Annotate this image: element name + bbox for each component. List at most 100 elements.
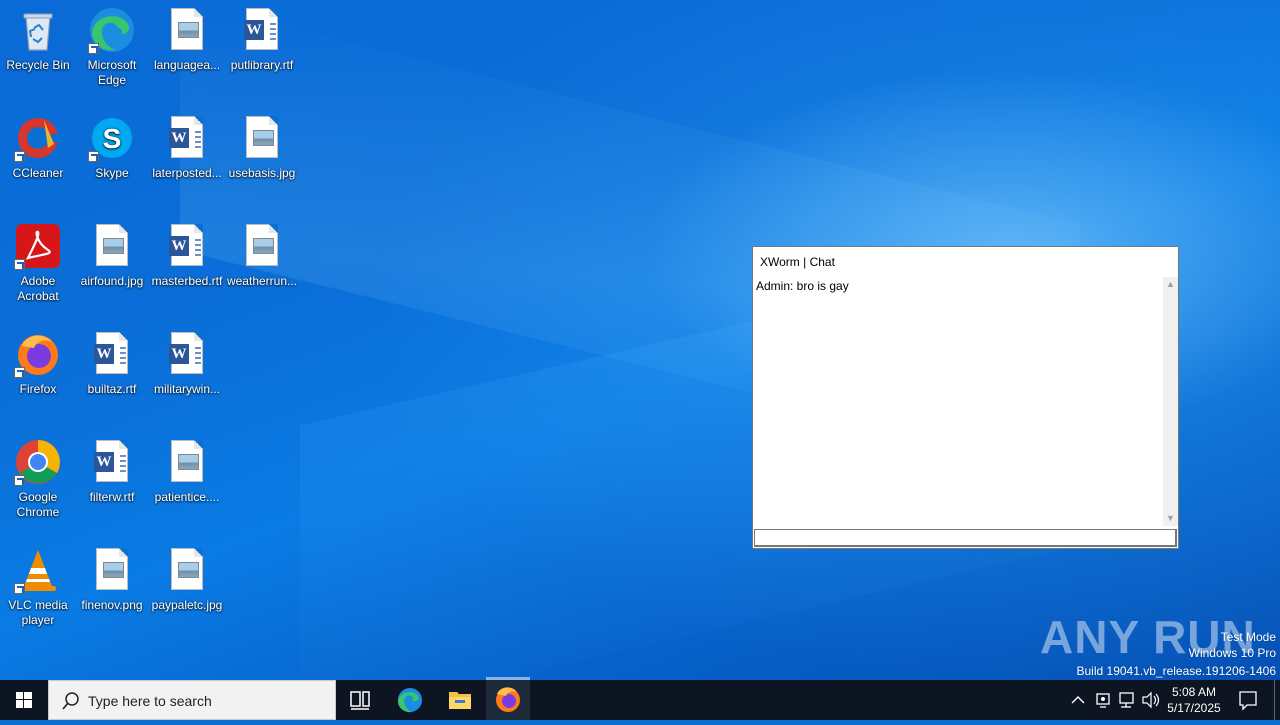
- desktop-icon-skype[interactable]: S Skype: [74, 108, 150, 181]
- desktop: Recycle Bin CCleaner Adobe Acrobat Firef…: [0, 0, 1280, 680]
- word-file-icon: W: [163, 222, 211, 270]
- file-explorer-icon: [449, 692, 471, 709]
- desktop-icon-microsoft-edge[interactable]: Microsoft Edge: [74, 0, 150, 88]
- chrome-icon: [14, 438, 62, 486]
- desktop-icon-file[interactable]: paypaletc.jpg: [149, 540, 225, 613]
- desktop-icon-file[interactable]: languagea...: [149, 0, 225, 73]
- taskbar-clock[interactable]: 5:08 AM 5/17/2025: [1160, 684, 1228, 716]
- shortcut-arrow-icon: [14, 259, 25, 270]
- desktop-icon-label: filterw.rtf: [89, 490, 135, 504]
- show-hidden-icons-button[interactable]: [1068, 680, 1088, 720]
- windows-edition-label: Windows 10 Pro: [1188, 646, 1276, 660]
- show-desktop-button[interactable]: [1274, 680, 1280, 720]
- shortcut-arrow-icon: [14, 367, 25, 378]
- word-file-icon: W: [238, 6, 286, 54]
- build-label: Build 19041.vb_release.191206-1406: [1076, 664, 1277, 678]
- network-button[interactable]: [1116, 680, 1138, 720]
- scroll-up-arrow-icon[interactable]: ▲: [1163, 277, 1178, 292]
- image-file-icon: [163, 6, 211, 54]
- edge-icon: [88, 6, 136, 54]
- device-tray-icon: [1096, 693, 1110, 708]
- image-file-icon: [163, 546, 211, 594]
- chat-input[interactable]: [754, 529, 1177, 547]
- word-file-icon: W: [88, 330, 136, 378]
- word-file-icon: W: [163, 330, 211, 378]
- desktop-icon-label: VLC media player: [8, 598, 68, 627]
- word-file-icon: W: [163, 114, 211, 162]
- search-placeholder: Type here to search: [88, 693, 212, 709]
- clock-time: 5:08 AM: [1171, 685, 1217, 699]
- desktop-icon-file[interactable]: usebasis.jpg: [224, 108, 300, 181]
- taskbar-edge[interactable]: [386, 680, 434, 720]
- image-file-icon: [238, 114, 286, 162]
- active-app-indicator: [486, 677, 530, 680]
- test-mode-label: Test Mode: [1220, 630, 1276, 644]
- taskbar-firefox[interactable]: [486, 680, 530, 720]
- window-title: XWorm | Chat: [760, 255, 835, 269]
- recycle-bin-icon: [14, 6, 62, 54]
- taskbar-search-box[interactable]: Type here to search: [48, 680, 336, 720]
- chat-message-area[interactable]: Admin: bro is gay: [754, 277, 1163, 525]
- chevron-up-icon: [1071, 696, 1085, 704]
- windows-logo-icon: [16, 692, 32, 708]
- desktop-icon-label: paypaletc.jpg: [151, 598, 223, 612]
- tray-icon[interactable]: [1092, 680, 1114, 720]
- vertical-scrollbar[interactable]: ▲ ▼: [1163, 277, 1178, 526]
- desktop-icon-label: airfound.jpg: [80, 274, 144, 288]
- chat-message: Admin: bro is gay: [756, 279, 849, 293]
- acrobat-icon: [14, 222, 62, 270]
- taskbar-file-explorer[interactable]: [436, 680, 484, 720]
- desktop-icon-file[interactable]: W laterposted...: [149, 108, 225, 181]
- desktop-icon-label: Recycle Bin: [6, 58, 70, 72]
- desktop-icon-file[interactable]: W putlibrary.rtf: [224, 0, 300, 73]
- clock-date: 5/17/2025: [1167, 701, 1221, 715]
- desktop-icon-label: militarywin...: [153, 382, 220, 396]
- shortcut-arrow-icon: [14, 475, 25, 486]
- desktop-icon-label: usebasis.jpg: [228, 166, 296, 180]
- desktop-icon-google-chrome[interactable]: Google Chrome: [0, 432, 76, 520]
- action-center-button[interactable]: [1232, 680, 1264, 720]
- shortcut-arrow-icon: [14, 151, 25, 162]
- skype-icon: S: [88, 114, 136, 162]
- start-button[interactable]: [0, 680, 48, 720]
- desktop-icon-label: putlibrary.rtf: [230, 58, 294, 72]
- desktop-icon-file[interactable]: finenov.png: [74, 540, 150, 613]
- desktop-icon-label: CCleaner: [12, 166, 64, 180]
- shortcut-arrow-icon: [14, 583, 25, 594]
- image-file-icon: [88, 222, 136, 270]
- desktop-icon-file[interactable]: airfound.jpg: [74, 216, 150, 289]
- desktop-icon-file[interactable]: weatherrun...: [224, 216, 300, 289]
- desktop-icon-recycle-bin[interactable]: Recycle Bin: [0, 0, 76, 73]
- desktop-icon-file[interactable]: patientice....: [149, 432, 225, 505]
- speaker-icon: [1142, 691, 1160, 709]
- vlc-icon: [14, 546, 62, 594]
- ccleaner-icon: [14, 114, 62, 162]
- desktop-icon-file[interactable]: W militarywin...: [149, 324, 225, 397]
- desktop-icon-label: laterposted...: [152, 166, 222, 180]
- desktop-icon-label: Google Chrome: [16, 490, 60, 519]
- desktop-icon-firefox[interactable]: Firefox: [0, 324, 76, 397]
- desktop-icon-label: masterbed.rtf: [151, 274, 223, 288]
- shortcut-arrow-icon: [88, 43, 99, 54]
- image-file-icon: [238, 222, 286, 270]
- desktop-icon-file[interactable]: W builtaz.rtf: [74, 324, 150, 397]
- desktop-icon-label: languagea...: [153, 58, 221, 72]
- scroll-down-arrow-icon[interactable]: ▼: [1163, 511, 1178, 526]
- search-icon: [62, 692, 79, 710]
- desktop-icon-ccleaner[interactable]: CCleaner: [0, 108, 76, 181]
- xworm-chat-window[interactable]: XWorm | Chat Admin: bro is gay ▲ ▼: [752, 246, 1179, 549]
- desktop-icon-label: Microsoft Edge: [87, 58, 137, 87]
- svg-text:S: S: [103, 123, 122, 154]
- desktop-icon-vlc[interactable]: VLC media player: [0, 540, 76, 628]
- desktop-icon-file[interactable]: W filterw.rtf: [74, 432, 150, 505]
- firefox-icon: [496, 687, 520, 712]
- desktop-icon-adobe-acrobat[interactable]: Adobe Acrobat: [0, 216, 76, 304]
- task-view-icon: [350, 691, 370, 710]
- network-icon: [1119, 692, 1134, 708]
- volume-button[interactable]: [1140, 680, 1162, 720]
- edge-icon: [398, 688, 422, 713]
- task-view-button[interactable]: [336, 680, 384, 720]
- desktop-icon-label: Skype: [95, 166, 129, 180]
- desktop-icon-file[interactable]: W masterbed.rtf: [149, 216, 225, 289]
- desktop-icon-label: builtaz.rtf: [87, 382, 137, 396]
